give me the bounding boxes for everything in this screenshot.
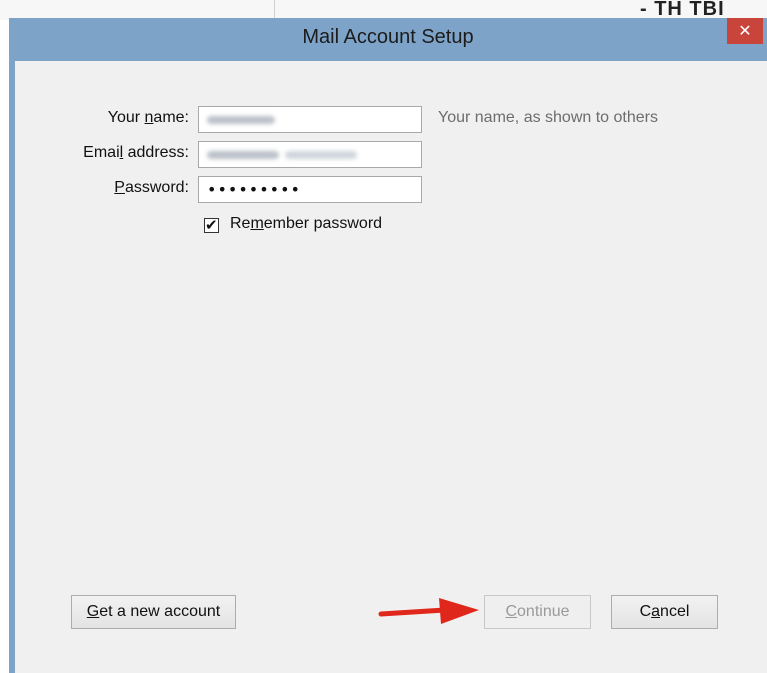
dialog-content: Your name: Your name, as shown to others… xyxy=(15,61,767,673)
remember-password-label[interactable]: Remember password xyxy=(230,215,382,233)
red-arrow-annotation xyxy=(378,598,479,624)
password-field[interactable]: ••••••••• xyxy=(198,176,422,203)
password-label: Password: xyxy=(114,179,189,196)
titlebar[interactable]: Mail Account Setup ✕ xyxy=(9,18,767,61)
name-field[interactable] xyxy=(198,106,422,133)
close-button[interactable]: ✕ xyxy=(727,18,763,44)
remember-password-checkbox[interactable]: ✔ xyxy=(204,216,219,234)
cancel-button[interactable]: Cancel xyxy=(611,595,718,629)
password-value: ••••••••• xyxy=(207,180,301,199)
email-field[interactable] xyxy=(198,141,422,168)
get-new-account-button[interactable]: Get a new account xyxy=(71,595,236,629)
mail-account-setup-dialog: Mail Account Setup ✕ Your name: Your nam… xyxy=(9,18,767,673)
dialog-title: Mail Account Setup xyxy=(302,26,474,48)
name-value-redacted xyxy=(207,116,275,124)
name-label: Your name: xyxy=(107,109,189,126)
email-label: Email address: xyxy=(83,144,189,161)
email-value-redacted-b xyxy=(285,151,357,159)
email-value-redacted-a xyxy=(207,151,279,159)
continue-button[interactable]: Continue xyxy=(484,595,591,629)
checkmark-icon: ✔ xyxy=(205,216,218,234)
close-icon: ✕ xyxy=(738,21,752,40)
background-divider xyxy=(274,0,275,20)
name-hint: Your name, as shown to others xyxy=(438,109,658,126)
